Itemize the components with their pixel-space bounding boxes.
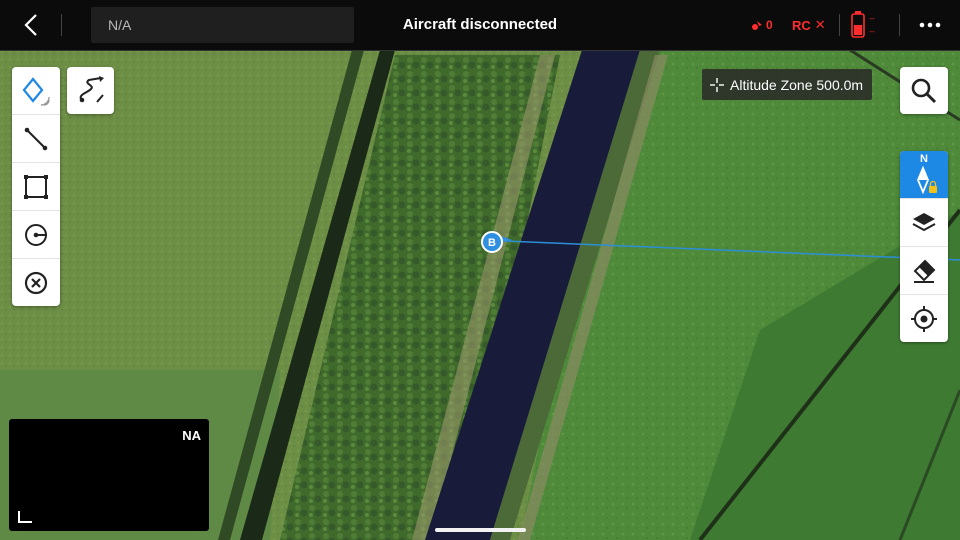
- connection-status-title: Aircraft disconnected: [402, 16, 558, 33]
- more-dots-icon[interactable]: [914, 14, 946, 36]
- divider: [899, 14, 900, 36]
- compass-lock-icon: [917, 165, 937, 194]
- camera-mini-view[interactable]: NA: [9, 419, 209, 531]
- waypoint-tool-button[interactable]: [12, 67, 60, 115]
- signal-count: 0: [766, 18, 773, 32]
- delete-tool-button[interactable]: [12, 259, 60, 306]
- layers-icon: [912, 212, 936, 231]
- altitude-zone-label[interactable]: Altitude Zone 500.0m: [702, 69, 873, 100]
- area-tool-button[interactable]: [12, 163, 60, 211]
- home-indicator[interactable]: [435, 528, 526, 532]
- chevron-left-icon[interactable]: [14, 12, 46, 38]
- search-button[interactable]: [900, 67, 948, 114]
- eraser-icon: [913, 259, 936, 283]
- delete-circle-icon: [24, 271, 48, 294]
- aircraft-signal-status[interactable]: 0: [751, 15, 773, 35]
- mission-type-toolbar: [12, 67, 60, 306]
- aircraft-marker-icon[interactable]: B: [480, 229, 514, 255]
- locate-target-icon: [911, 305, 937, 332]
- compass-lock-button[interactable]: N: [900, 151, 948, 199]
- battery-top-value: --: [869, 14, 875, 23]
- battery-icon[interactable]: -- --: [849, 10, 881, 40]
- rc-status[interactable]: RC ✕: [792, 15, 826, 35]
- line-tool-button[interactable]: [12, 115, 60, 163]
- divider: [839, 14, 840, 36]
- svg-text:B: B: [488, 237, 496, 249]
- search-icon: [911, 78, 937, 103]
- area-square-icon: [24, 174, 48, 199]
- line-segment-icon: [24, 127, 48, 150]
- map-layers-button[interactable]: [900, 199, 948, 247]
- route-path-icon: [79, 75, 104, 103]
- aircraft-signal-icon: [752, 21, 762, 30]
- clear-map-button[interactable]: [900, 247, 948, 295]
- divider: [61, 14, 62, 36]
- expand-corner-icon[interactable]: [18, 511, 32, 523]
- waypoint-diamond-icon: [22, 76, 50, 106]
- mini-view-label: NA: [182, 428, 201, 443]
- locate-button[interactable]: [900, 295, 948, 342]
- project-name-field[interactable]: N/A: [91, 7, 354, 43]
- battery-bottom-value: --: [869, 27, 875, 36]
- top-bar: N/A Aircraft disconnected 0 RC ✕ -- --: [0, 0, 960, 51]
- crosshair-icon: [710, 77, 724, 92]
- map-controls: N: [900, 151, 948, 342]
- north-label: N: [920, 153, 928, 165]
- altitude-zone-text: Altitude Zone 500.0m: [730, 76, 864, 93]
- route-tool-button[interactable]: [67, 67, 114, 114]
- rc-label: RC: [792, 17, 811, 33]
- oblique-tool-button[interactable]: [12, 211, 60, 259]
- circle-dot-icon: [25, 223, 47, 246]
- rc-disconnected-icon: ✕: [814, 17, 826, 32]
